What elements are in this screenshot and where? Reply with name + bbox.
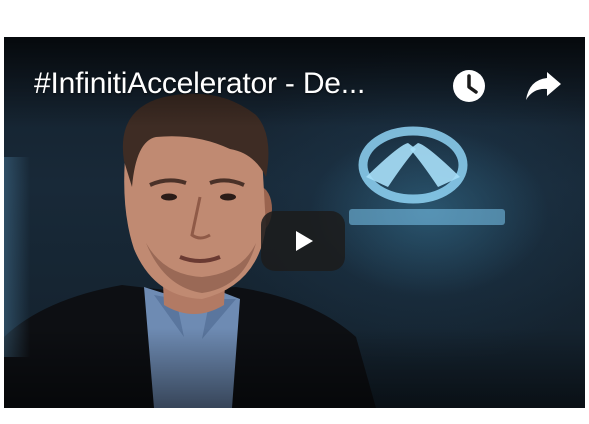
share-arrow-icon	[526, 72, 561, 100]
clock-icon	[453, 70, 485, 102]
bottom-overlay-gradient	[4, 328, 585, 408]
video-title[interactable]: #InfinitiAccelerator - De...	[34, 67, 365, 101]
video-player[interactable]: #InfinitiAccelerator - De...	[4, 37, 585, 408]
ambient-light	[4, 157, 30, 357]
play-button[interactable]	[261, 211, 345, 271]
infiniti-logo	[349, 126, 505, 225]
share-button[interactable]	[522, 65, 564, 107]
play-icon	[296, 231, 313, 251]
watch-later-button[interactable]	[448, 65, 490, 107]
